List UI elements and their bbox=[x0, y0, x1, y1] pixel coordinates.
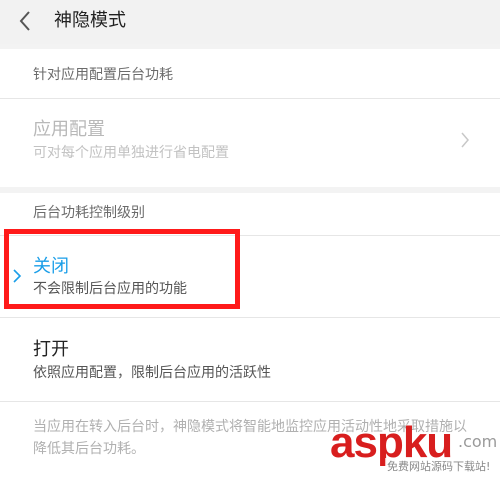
divider bbox=[0, 317, 500, 318]
back-arrow-icon[interactable] bbox=[18, 10, 32, 32]
option-on-label: 打开 bbox=[33, 339, 69, 360]
section-title-app-config: 针对应用配置后台功耗 bbox=[33, 67, 173, 83]
chevron-right-icon bbox=[461, 132, 469, 148]
section-title-power-level: 后台功耗控制级别 bbox=[33, 205, 145, 221]
option-on-sub: 依照应用配置，限制后台应用的活跃性 bbox=[33, 365, 271, 381]
top-bar: 神隐模式 bbox=[0, 0, 500, 44]
page-title: 神隐模式 bbox=[54, 10, 126, 31]
watermark-logo: aspku .com 免费网站源码下载站! bbox=[330, 418, 500, 477]
divider bbox=[0, 401, 500, 402]
watermark-ext: .com bbox=[458, 432, 498, 451]
watermark-subtitle: 免费网站源码下载站! bbox=[385, 458, 493, 474]
highlight-annotation-box bbox=[4, 229, 240, 309]
app-config-label: 应用配置 bbox=[33, 119, 105, 140]
app-config-card: 针对应用配置后台功耗 应用配置 可对每个应用单独进行省电配置 bbox=[0, 49, 500, 187]
divider bbox=[0, 98, 500, 99]
app-config-sub: 可对每个应用单独进行省电配置 bbox=[33, 145, 229, 161]
